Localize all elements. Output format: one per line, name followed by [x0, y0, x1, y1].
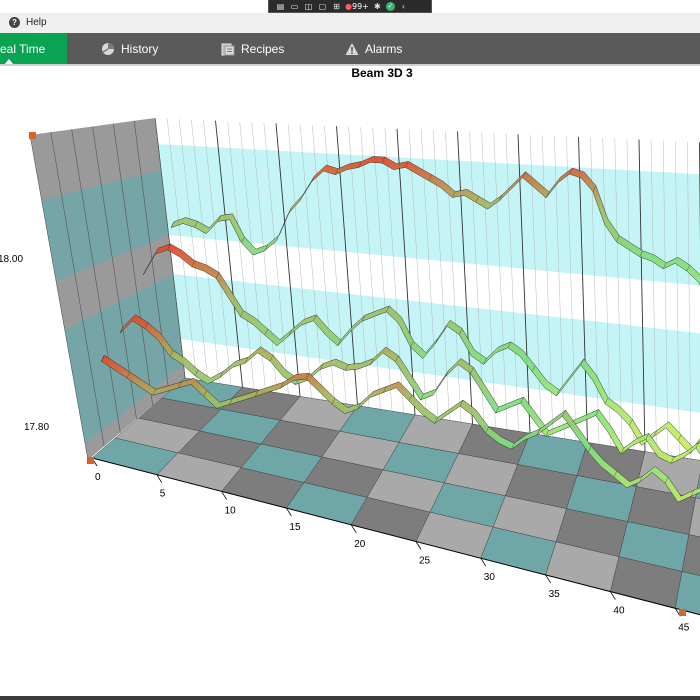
remote-window-icon[interactable]: ▢ — [317, 2, 328, 11]
x-tick-label: 45 — [678, 622, 690, 633]
y-tick-label: 18.00 — [0, 254, 23, 265]
collapse-icon[interactable]: ‹ — [398, 2, 409, 11]
help-icon[interactable]: ? — [9, 17, 20, 28]
remote-file-icon[interactable]: ▤ — [275, 2, 286, 11]
tab-recipes[interactable]: Recipes — [221, 33, 284, 64]
tab-label: Recipes — [241, 41, 285, 56]
x-tick-label: 30 — [484, 572, 496, 583]
y-tick-label: 17.80 — [24, 422, 49, 433]
tab-label: History — [121, 41, 159, 56]
x-tick-label: 25 — [419, 556, 431, 567]
tab-label: Alarms — [365, 41, 403, 56]
tab-alarms[interactable]: Alarms — [345, 33, 402, 64]
corner-marker — [87, 457, 94, 464]
status-ok-icon: ✓ — [385, 1, 395, 11]
remote-camera-icon[interactable]: ▭ — [289, 2, 300, 11]
history-icon — [101, 42, 115, 56]
remote-session-toolbar: ▤ ▭ ◫ ▢ ⊞ ●99+ ✱ ✓ ‹ — [268, 0, 432, 13]
tab-history[interactable]: History — [101, 33, 158, 64]
x-tick-label: 15 — [289, 522, 301, 533]
tab-real-time[interactable]: eal Time — [0, 33, 67, 65]
nav-bar: eal Time History Recipes Alarms — [0, 33, 700, 65]
corner-marker — [679, 609, 686, 616]
help-menu[interactable]: Help — [26, 17, 47, 28]
x-tick-label: 5 — [160, 489, 166, 500]
x-tick-label: 0 — [95, 472, 101, 483]
beam-3d-chart[interactable]: 0510152025303540455017.8018.00 — [0, 80, 700, 696]
notification-badge[interactable]: ●99+ — [345, 2, 369, 11]
x-tick-label: 35 — [549, 589, 561, 600]
alarm-icon — [345, 42, 359, 56]
tab-label: eal Time — [0, 41, 46, 56]
x-tick-label: 10 — [225, 505, 237, 516]
remote-monitor-icon[interactable]: ⊞ — [331, 2, 342, 11]
recipes-icon — [221, 42, 235, 56]
x-tick-label: 40 — [613, 606, 625, 617]
bluetooth-icon[interactable]: ✱ — [372, 2, 383, 11]
menu-bar: ? Help — [0, 13, 700, 34]
x-tick-label: 20 — [354, 539, 366, 550]
chart-title: Beam 3D 3 — [351, 66, 413, 80]
remote-display-icon[interactable]: ◫ — [303, 2, 314, 11]
status-strip — [0, 696, 700, 700]
corner-marker — [29, 132, 36, 139]
